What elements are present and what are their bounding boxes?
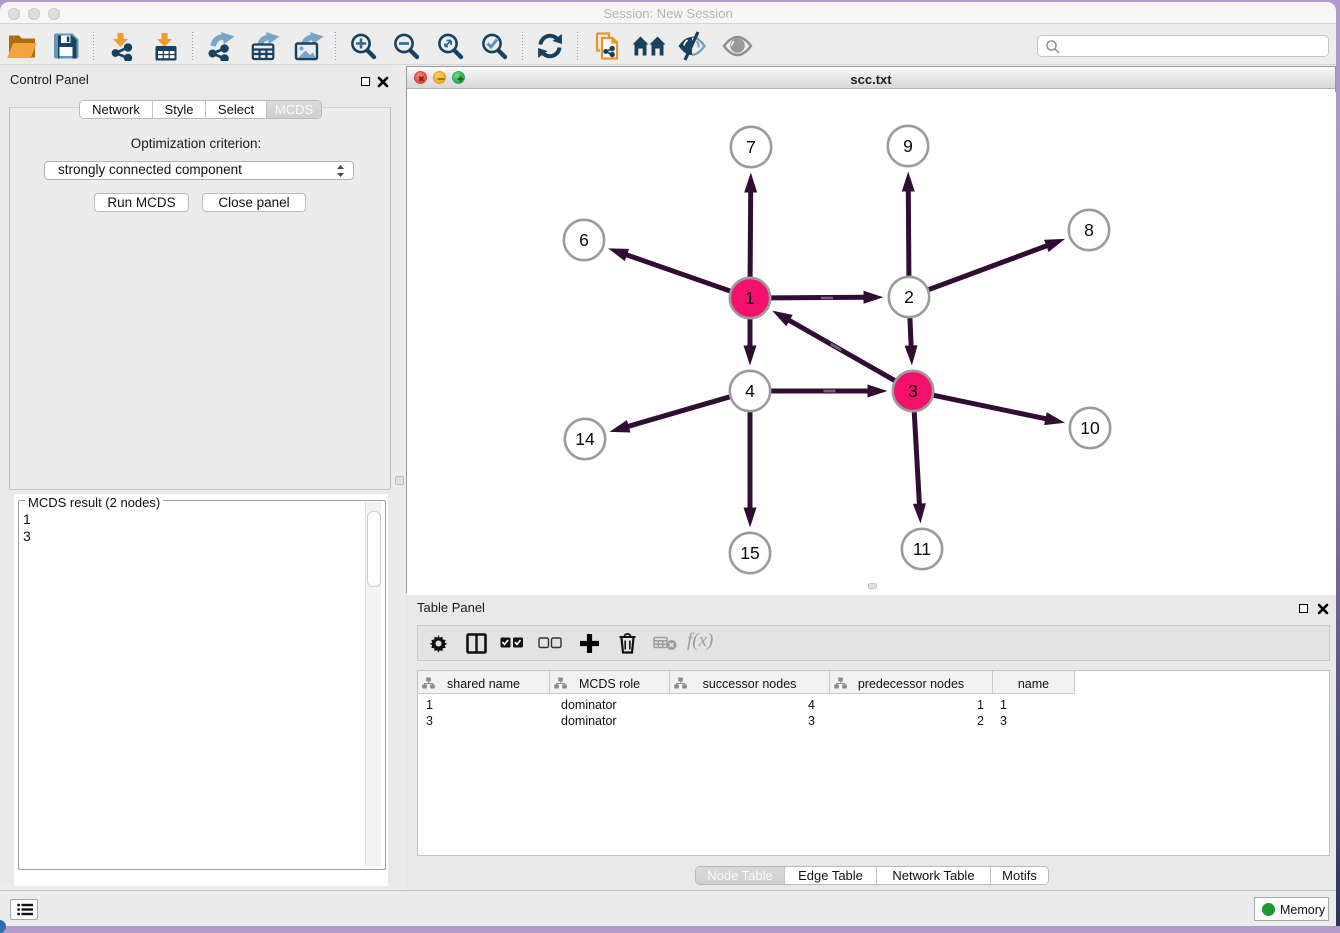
svg-text:15: 15 bbox=[740, 543, 759, 563]
svg-text:7: 7 bbox=[746, 137, 756, 157]
svg-text:2: 2 bbox=[904, 287, 914, 307]
svg-text:11: 11 bbox=[913, 539, 931, 559]
svg-text:10: 10 bbox=[1080, 418, 1100, 438]
svg-text:14: 14 bbox=[575, 429, 595, 449]
svg-text:1: 1 bbox=[745, 288, 755, 308]
svg-text:6: 6 bbox=[579, 230, 589, 250]
svg-text:4: 4 bbox=[745, 381, 755, 401]
svg-text:3: 3 bbox=[908, 381, 918, 401]
svg-text:9: 9 bbox=[903, 136, 913, 156]
svg-text:8: 8 bbox=[1084, 220, 1094, 240]
